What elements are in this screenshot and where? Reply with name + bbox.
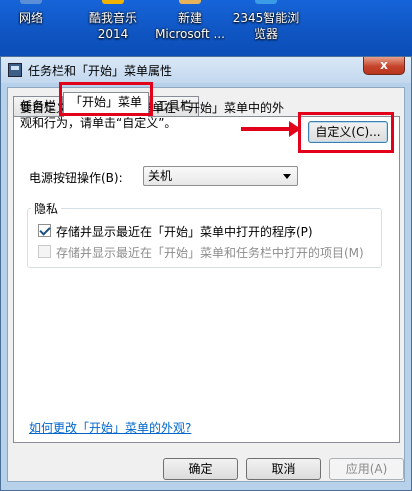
desktop-icon-label: 2345智能浏 览器: [232, 11, 300, 41]
annotation-arrow: [241, 127, 292, 131]
store-recent-programs-label[interactable]: 存储并显示最近在「开始」菜单中打开的程序(P): [56, 223, 313, 240]
customize-button-highlight: [298, 112, 394, 153]
taskbar-properties-icon: [8, 63, 22, 77]
store-recent-items-checkbox[interactable]: [38, 245, 51, 258]
title-bar[interactable]: 任务栏和「开始」菜单属性 x: [1, 57, 411, 83]
desktop-icon-label: 酷我音乐 2014: [88, 11, 137, 41]
start-menu-tab-highlight: [59, 82, 153, 116]
document-icon: [179, 0, 201, 4]
cancel-button[interactable]: 取消: [246, 458, 321, 480]
browser-icon: [255, 0, 277, 4]
desktop-icon-label: 网络: [18, 11, 43, 25]
music-icon: [102, 0, 124, 4]
desktop-icon-label: 新建 Microsoft ...: [155, 11, 225, 41]
arrow-right-icon: [289, 121, 301, 137]
apply-button[interactable]: 应用(A): [329, 458, 404, 480]
window-title: 任务栏和「开始」菜单属性: [28, 64, 173, 78]
ok-button[interactable]: 确定: [163, 458, 238, 480]
chevron-down-icon: [283, 174, 291, 179]
desktop: 网络 酷我音乐 2014 新建 Microsoft ... 2345智能浏 览器: [0, 0, 412, 56]
power-button-action-value: 关机: [148, 169, 173, 183]
store-recent-programs-checkbox[interactable]: [38, 224, 51, 237]
close-button[interactable]: x: [363, 57, 405, 75]
privacy-group-title: 隐私: [31, 200, 62, 217]
store-recent-items-label[interactable]: 存储并显示最近在「开始」菜单和任务栏中打开的项目(M): [56, 244, 364, 261]
power-button-action-select[interactable]: 关机: [143, 166, 298, 186]
network-icon: [20, 0, 42, 4]
start-menu-help-link[interactable]: 如何更改「开始」菜单的外观?: [29, 419, 191, 436]
power-button-action-label: 电源按钮操作(B):: [29, 171, 123, 185]
